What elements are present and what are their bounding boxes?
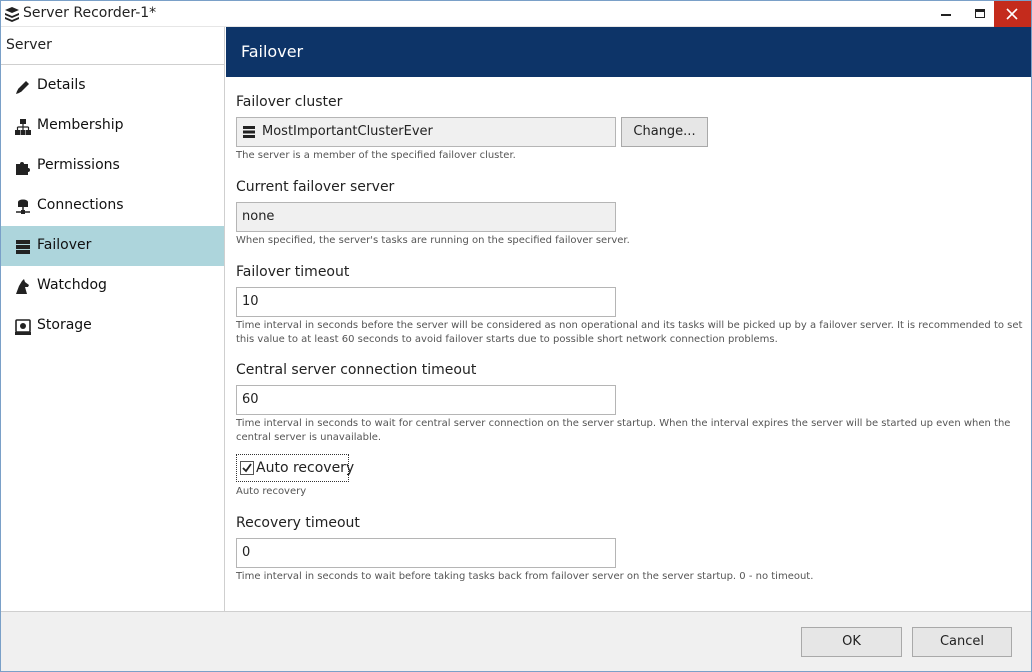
failover-timeout-value: 10 — [242, 294, 259, 309]
sidebar-item-label: Watchdog — [37, 277, 107, 293]
current-failover-server-hint: When specified, the server's tasks are r… — [236, 235, 630, 246]
cancel-button[interactable]: Cancel — [912, 627, 1012, 657]
checkbox-box[interactable] — [240, 461, 254, 475]
current-failover-server-field: none — [236, 202, 616, 232]
dialog-footer: OK Cancel — [1, 611, 1031, 671]
failover-cluster-value: MostImportantClusterEver — [262, 124, 433, 139]
recovery-timeout-label: Recovery timeout — [236, 515, 360, 531]
close-icon — [1006, 8, 1018, 20]
minimize-button[interactable] — [929, 1, 963, 27]
auto-recovery-label: Auto recovery — [256, 460, 355, 476]
pencil-icon — [16, 81, 29, 94]
sidebar-item-label: Permissions — [37, 157, 120, 173]
sidebar-item-details[interactable]: Details — [1, 66, 224, 106]
checkmark-icon — [242, 463, 252, 473]
server-stack-icon — [243, 126, 255, 138]
recovery-timeout-hint: Time interval in seconds to wait before … — [236, 571, 814, 582]
sidebar-header: Server — [1, 27, 224, 65]
recovery-timeout-value: 0 — [242, 545, 251, 560]
recovery-timeout-input[interactable]: 0 — [236, 538, 616, 568]
window-title: Server Recorder-1* — [23, 5, 157, 21]
sidebar-item-membership[interactable]: Membership — [1, 106, 224, 146]
central-timeout-value: 60 — [242, 392, 259, 407]
content-header: Failover — [226, 27, 1031, 77]
app-window: Server Recorder-1* Server Details Member… — [0, 0, 1032, 672]
sidebar-item-label: Connections — [37, 197, 124, 213]
auto-recovery-hint: Auto recovery — [236, 486, 307, 497]
central-timeout-input[interactable]: 60 — [236, 385, 616, 415]
network-icon — [16, 199, 30, 214]
sidebar-item-watchdog[interactable]: Watchdog — [1, 266, 224, 306]
auto-recovery-checkbox[interactable]: Auto recovery — [236, 454, 354, 482]
storage-icon — [15, 319, 31, 335]
failover-cluster-label: Failover cluster — [236, 94, 343, 110]
page-title: Failover — [241, 42, 304, 61]
maximize-button[interactable] — [963, 1, 997, 27]
sidebar-item-label: Membership — [37, 117, 124, 133]
sidebar-item-connections[interactable]: Connections — [1, 186, 224, 226]
current-failover-server-value: none — [242, 209, 275, 224]
app-icon — [5, 7, 19, 22]
sidebar-item-failover[interactable]: Failover — [1, 226, 224, 266]
minimize-icon — [941, 14, 951, 16]
failover-timeout-hint: Time interval in seconds before the serv… — [236, 320, 1023, 345]
puzzle-icon — [16, 162, 30, 175]
title-bar: Server Recorder-1* — [1, 1, 1031, 27]
central-timeout-hint: Time interval in seconds to wait for cen… — [236, 418, 1011, 443]
sidebar-item-label: Details — [37, 77, 86, 93]
failover-cluster-hint: The server is a member of the specified … — [236, 150, 516, 161]
sidebar-item-permissions[interactable]: Permissions — [1, 146, 224, 186]
change-cluster-button[interactable]: Change... — [621, 117, 708, 147]
failover-timeout-label: Failover timeout — [236, 264, 350, 280]
failover-timeout-input[interactable]: 10 — [236, 287, 616, 317]
sidebar: Server Details Membership Permissions Co… — [1, 27, 225, 611]
ok-button[interactable]: OK — [801, 627, 902, 657]
server-stack-icon — [16, 240, 30, 254]
maximize-icon — [975, 9, 985, 18]
dog-icon — [16, 279, 29, 294]
close-button[interactable] — [994, 1, 1031, 27]
current-failover-server-label: Current failover server — [236, 179, 395, 195]
failover-cluster-field: MostImportantClusterEver — [236, 117, 616, 147]
sidebar-item-storage[interactable]: Storage — [1, 306, 224, 346]
sidebar-item-label: Storage — [37, 317, 92, 333]
hierarchy-icon — [15, 119, 31, 135]
central-timeout-label: Central server connection timeout — [236, 362, 477, 378]
sidebar-item-label: Failover — [37, 237, 92, 253]
